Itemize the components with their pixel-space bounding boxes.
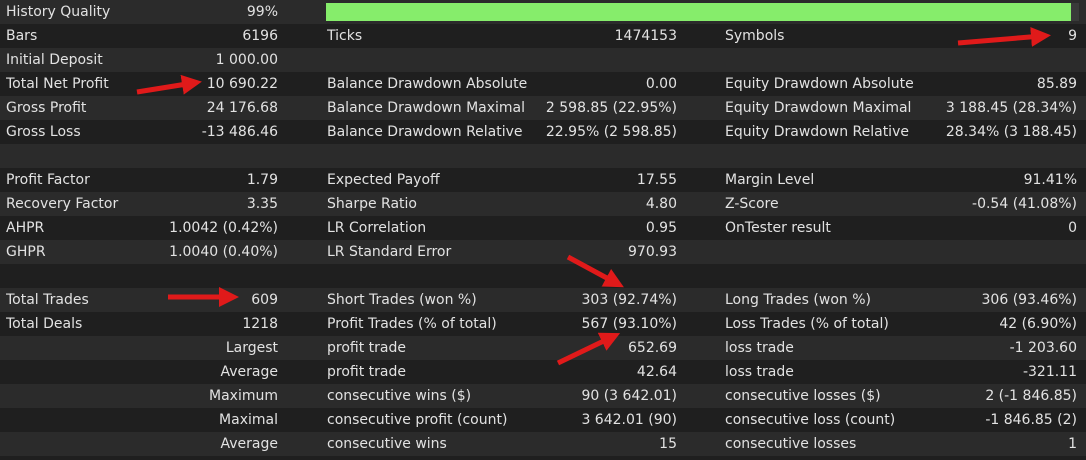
avg-consecutive-losses-value: 1 [1068, 436, 1077, 452]
equity-drawdown-absolute-value: 85.89 [1036, 76, 1077, 92]
z-score-value: -0.54 (41.08%) [972, 196, 1077, 212]
equity-drawdown-relative-value: 28.34% (3 188.45) [945, 124, 1077, 140]
total-net-profit-value: 10 690.22 [206, 76, 278, 92]
row-total-deals: Total Deals 1218 Profit Trades (% of tot… [0, 312, 1086, 336]
profit-factor-value: 1.79 [246, 172, 278, 188]
average-label: Average [220, 364, 279, 380]
strategy-tester-report: History Quality 99% Bars 6196 Ticks 1474… [0, 0, 1086, 456]
lr-correlation-value: 0.95 [645, 220, 677, 236]
profit-trades-value: 567 (93.10%) [581, 316, 677, 332]
row-average-consecutive: Average consecutive wins 15 consecutive … [0, 432, 1086, 456]
history-quality-bar-fill [326, 3, 1072, 21]
row-spacer-1 [0, 144, 1086, 168]
long-trades-value: 306 (93.46%) [981, 292, 1077, 308]
maximum-label: Maximum [209, 388, 278, 404]
row-largest: Largest profit trade 652.69 loss trade -… [0, 336, 1086, 360]
row-spacer-2 [0, 264, 1086, 288]
gross-profit-value: 24 176.68 [206, 100, 278, 116]
loss-trades-value: 42 (6.90%) [999, 316, 1077, 332]
avg-consecutive-wins-value: 15 [659, 436, 677, 452]
short-trades-value: 303 (92.74%) [581, 292, 677, 308]
row-ghpr: GHPR 1.0040 (0.40%) LR Standard Error 97… [0, 240, 1086, 264]
expected-payoff-value: 17.55 [636, 172, 677, 188]
maximal-consecutive-profit-value: 3 642.01 (90) [581, 412, 677, 428]
ticks-value: 1474153 [614, 28, 677, 44]
row-average: Average profit trade 42.64 loss trade -3… [0, 360, 1086, 384]
row-maximal: Maximal consecutive profit (count) 3 642… [0, 408, 1086, 432]
initial-deposit-value: 1 000.00 [215, 52, 278, 68]
largest-loss-trade-value: -1 203.60 [1009, 340, 1077, 356]
row-initial-deposit: Initial Deposit 1 000.00 [0, 48, 1086, 72]
balance-drawdown-relative-value: 22.95% (2 598.85) [545, 124, 677, 140]
history-quality-bar [326, 3, 1079, 21]
max-consecutive-wins-value: 90 (3 642.01) [581, 388, 677, 404]
total-trades-value: 609 [251, 292, 278, 308]
gross-loss-value: -13 486.46 [201, 124, 278, 140]
max-consecutive-losses-value: 2 (-1 846.85) [985, 388, 1077, 404]
bars-value: 6196 [242, 28, 278, 44]
recovery-factor-value: 3.35 [246, 196, 278, 212]
largest-profit-trade-value: 652.69 [628, 340, 677, 356]
history-quality-value: 99% [246, 4, 278, 20]
row-profit-factor: Profit Factor 1.79 Expected Payoff 17.55… [0, 168, 1086, 192]
row-ahpr: AHPR 1.0042 (0.42%) LR Correlation 0.95 … [0, 216, 1086, 240]
row-bars: Bars 6196 Ticks 1474153 Symbols 9 [0, 24, 1086, 48]
maximal-consecutive-loss-value: -1 846.85 (2) [985, 412, 1077, 428]
row-maximum: Maximum consecutive wins ($) 90 (3 642.0… [0, 384, 1086, 408]
row-history-quality: History Quality 99% [0, 0, 1086, 24]
sharpe-ratio-value: 4.80 [645, 196, 677, 212]
largest-label: Largest [225, 340, 278, 356]
balance-drawdown-maximal-value: 2 598.85 (22.95%) [545, 100, 677, 116]
balance-drawdown-absolute-value: 0.00 [645, 76, 677, 92]
average-consecutive-label: Average [220, 436, 279, 452]
row-total-net-profit: Total Net Profit 10 690.22 Balance Drawd… [0, 72, 1086, 96]
margin-level-value: 91.41% [1023, 172, 1077, 188]
lr-standard-error-value: 970.93 [628, 244, 677, 260]
ontester-result-value: 0 [1068, 220, 1077, 236]
ghpr-value: 1.0040 (0.40%) [169, 244, 278, 260]
average-loss-trade-value: -321.11 [1022, 364, 1077, 380]
ahpr-value: 1.0042 (0.42%) [169, 220, 278, 236]
symbols-value: 9 [1068, 28, 1077, 44]
maximal-label: Maximal [219, 412, 278, 428]
total-deals-value: 1218 [242, 316, 278, 332]
equity-drawdown-maximal-value: 3 188.45 (28.34%) [945, 100, 1077, 116]
row-total-trades: Total Trades 609 Short Trades (won %) 30… [0, 288, 1086, 312]
row-recovery-factor: Recovery Factor 3.35 Sharpe Ratio 4.80 Z… [0, 192, 1086, 216]
row-gross-profit: Gross Profit 24 176.68 Balance Drawdown … [0, 96, 1086, 120]
row-gross-loss: Gross Loss -13 486.46 Balance Drawdown R… [0, 120, 1086, 144]
average-profit-trade-value: 42.64 [636, 364, 677, 380]
